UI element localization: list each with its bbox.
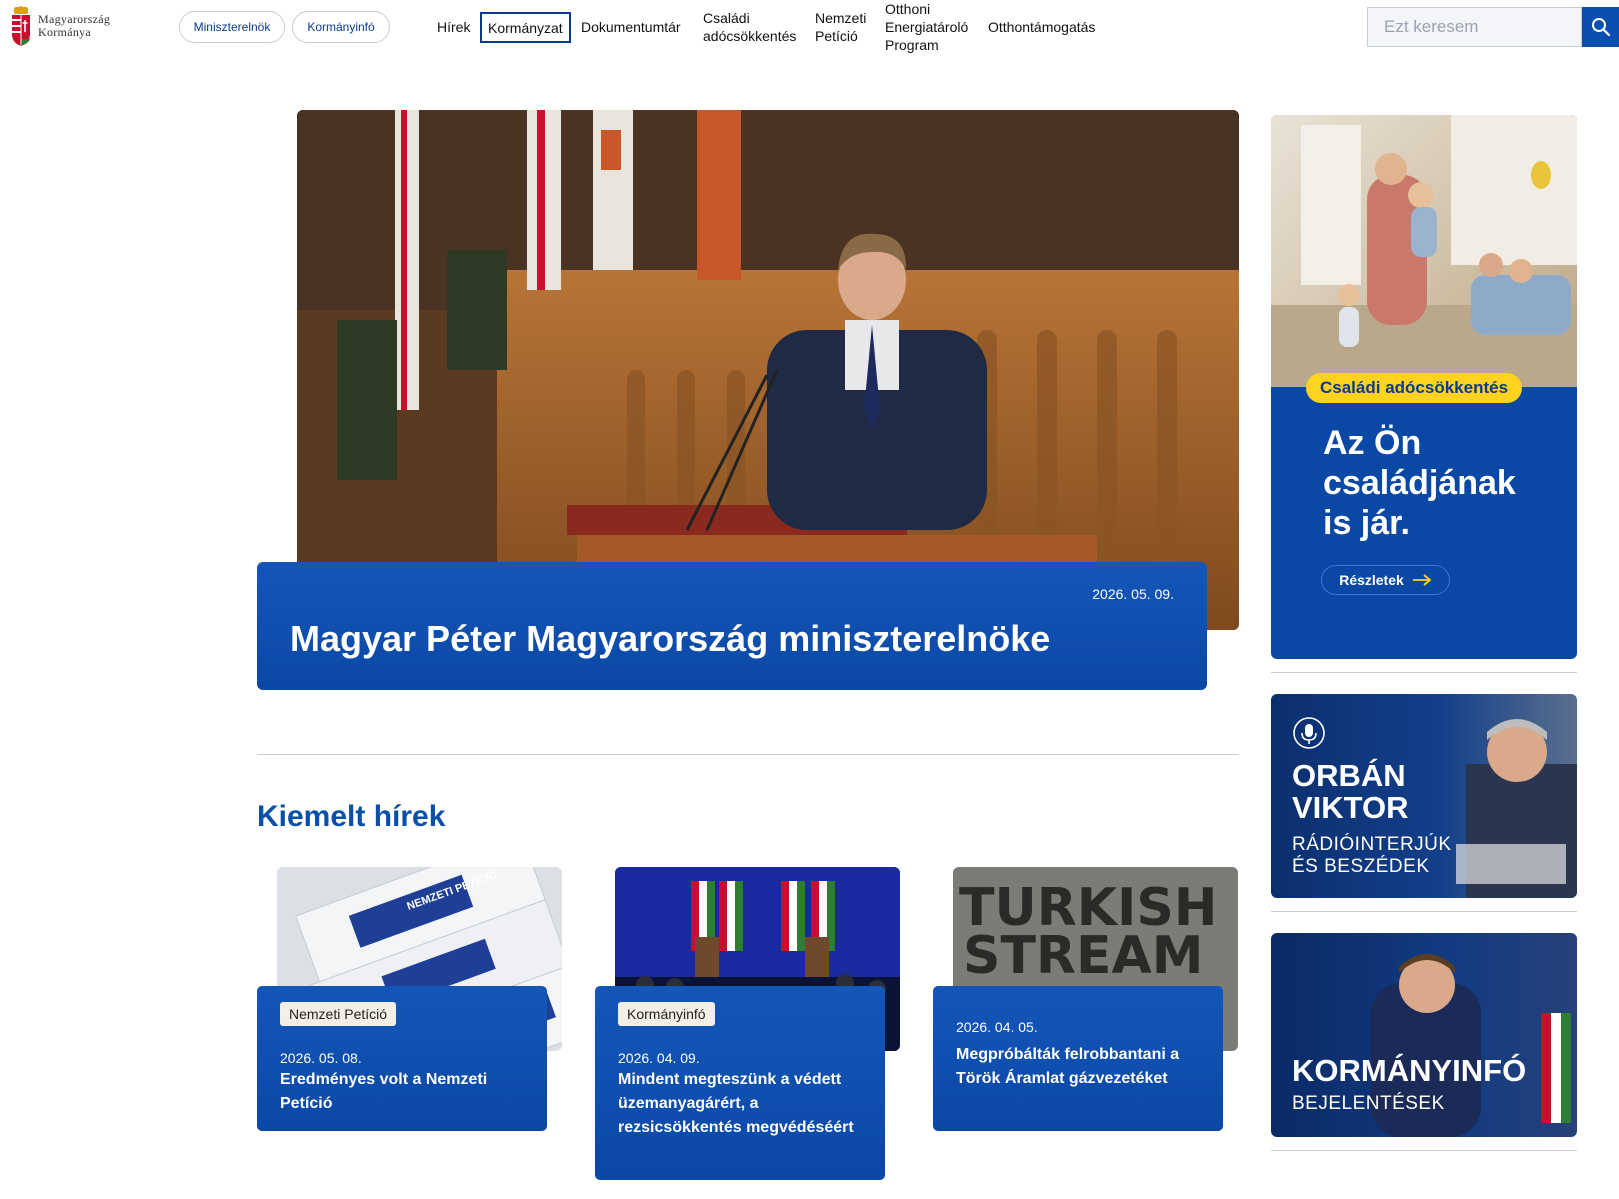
- news-tag[interactable]: Kormányinfó: [618, 1002, 715, 1026]
- site-header: Magyarország Kormánya Miniszterelnök Kor…: [0, 0, 1619, 60]
- arrow-right-icon: [1412, 574, 1432, 586]
- nav-dokumentumtar[interactable]: Dokumentumtár: [581, 18, 681, 36]
- search-input[interactable]: [1368, 8, 1581, 46]
- family-photo: [1271, 115, 1577, 387]
- news-date: 2026. 04. 09.: [618, 1050, 700, 1066]
- logo-wordmark: Magyarország Kormánya: [38, 13, 110, 39]
- sidebar-divider: [1271, 672, 1577, 673]
- nav-csaladi-adocsokkentes[interactable]: Családi adócsökkentés: [703, 9, 796, 45]
- nav-kormanyzat[interactable]: Kormányzat: [480, 12, 571, 43]
- nav-csaladi-line-2: adócsökkentés: [703, 28, 797, 44]
- search-icon: [1591, 18, 1610, 37]
- promo-heading: Az Ön családjának is jár.: [1323, 424, 1516, 542]
- stream-text: STREAM: [963, 926, 1203, 986]
- nav-hirek[interactable]: Hírek: [437, 18, 470, 36]
- nav-otthoni-line-1: Otthoni: [885, 1, 931, 17]
- orban-radio-interviews-box[interactable]: ORBÁN VIKTOR RÁDIÓINTERJÚK ÉS BESZÉDEK: [1271, 694, 1577, 898]
- hero-photo-illustration: [297, 110, 1239, 630]
- hero-title[interactable]: Magyar Péter Magyarország miniszterelnök…: [290, 618, 1050, 660]
- promo-details-button[interactable]: Részletek: [1321, 565, 1450, 595]
- family-illustration: [1271, 115, 1577, 387]
- nav-nemzeti-line-1: Nemzeti: [815, 10, 867, 26]
- nav-otthoni-line-3: Program: [885, 37, 939, 53]
- box-subtitle-line-1: RÁDIÓINTERJÚK: [1292, 834, 1452, 855]
- hero-headline-card[interactable]: 2026. 05. 09. Magyar Péter Magyarország …: [257, 562, 1207, 690]
- government-logo[interactable]: Magyarország Kormánya: [10, 6, 110, 46]
- pill-kormanyinfo[interactable]: Kormányinfó: [292, 11, 390, 43]
- box-title: KORMÁNYINFÓ: [1292, 1053, 1527, 1088]
- nav-otthoni-energiatarolo[interactable]: Otthoni Energiatároló Program: [885, 0, 968, 54]
- box-title-line-1: ORBÁN: [1292, 758, 1406, 793]
- news-title[interactable]: Megpróbálták felrobbantani a Török Áraml…: [956, 1043, 1205, 1091]
- news-card-turkish-stream[interactable]: 2026. 04. 05. Megpróbálták felrobbantani…: [933, 986, 1223, 1131]
- hero-image[interactable]: [297, 110, 1239, 630]
- news-card-peticio[interactable]: Nemzeti Petíció 2026. 05. 08. Eredményes…: [257, 986, 547, 1131]
- pill-miniszterelnok[interactable]: Miniszterelnök: [179, 11, 285, 43]
- news-date: 2026. 05. 08.: [280, 1050, 362, 1066]
- section-divider: [257, 754, 1239, 755]
- hero-date: 2026. 05. 09.: [1092, 586, 1174, 602]
- news-card-kormanyinfo[interactable]: Kormányinfó 2026. 04. 09. Mindent megtes…: [595, 986, 885, 1180]
- news-title[interactable]: Eredményes volt a Nemzeti Petíció: [280, 1068, 529, 1116]
- box-title-line-2: VIKTOR: [1292, 790, 1409, 825]
- family-tax-promo[interactable]: Családi adócsökkentés Az Ön családjának …: [1271, 115, 1577, 659]
- search-box: [1367, 7, 1582, 47]
- logo-line-2: Kormánya: [38, 25, 92, 39]
- featured-news-title: Kiemelt hírek: [257, 800, 446, 833]
- news-date: 2026. 04. 05.: [956, 1019, 1038, 1035]
- nav-csaladi-line-1: Családi: [703, 10, 750, 26]
- kormanyinfo-box[interactable]: KORMÁNYINFÓ BEJELENTÉSEK: [1271, 933, 1577, 1137]
- box-subtitle-line-2: ÉS BESZÉDEK: [1292, 856, 1430, 877]
- promo-button-label: Részletek: [1339, 572, 1404, 588]
- promo-badge: Családi adócsökkentés: [1306, 373, 1523, 403]
- nav-nemzeti-line-2: Petíció: [815, 28, 858, 44]
- box-subtitle: BEJELENTÉSEK: [1292, 1093, 1445, 1114]
- coat-of-arms-icon: [12, 6, 30, 46]
- microphone-icon: [1293, 717, 1325, 749]
- search-button[interactable]: [1582, 7, 1619, 47]
- nav-otthoni-line-2: Energiatároló: [885, 19, 969, 35]
- sidebar-divider: [1271, 1150, 1577, 1151]
- news-title[interactable]: Mindent megteszünk a védett üzemanyagáré…: [618, 1068, 867, 1140]
- nav-nemzeti-peticio[interactable]: Nemzeti Petíció: [815, 9, 866, 45]
- nav-otthontamogatas[interactable]: Otthontámogatás: [988, 18, 1095, 36]
- sidebar-divider: [1271, 911, 1577, 912]
- news-tag[interactable]: Nemzeti Petíció: [280, 1002, 397, 1026]
